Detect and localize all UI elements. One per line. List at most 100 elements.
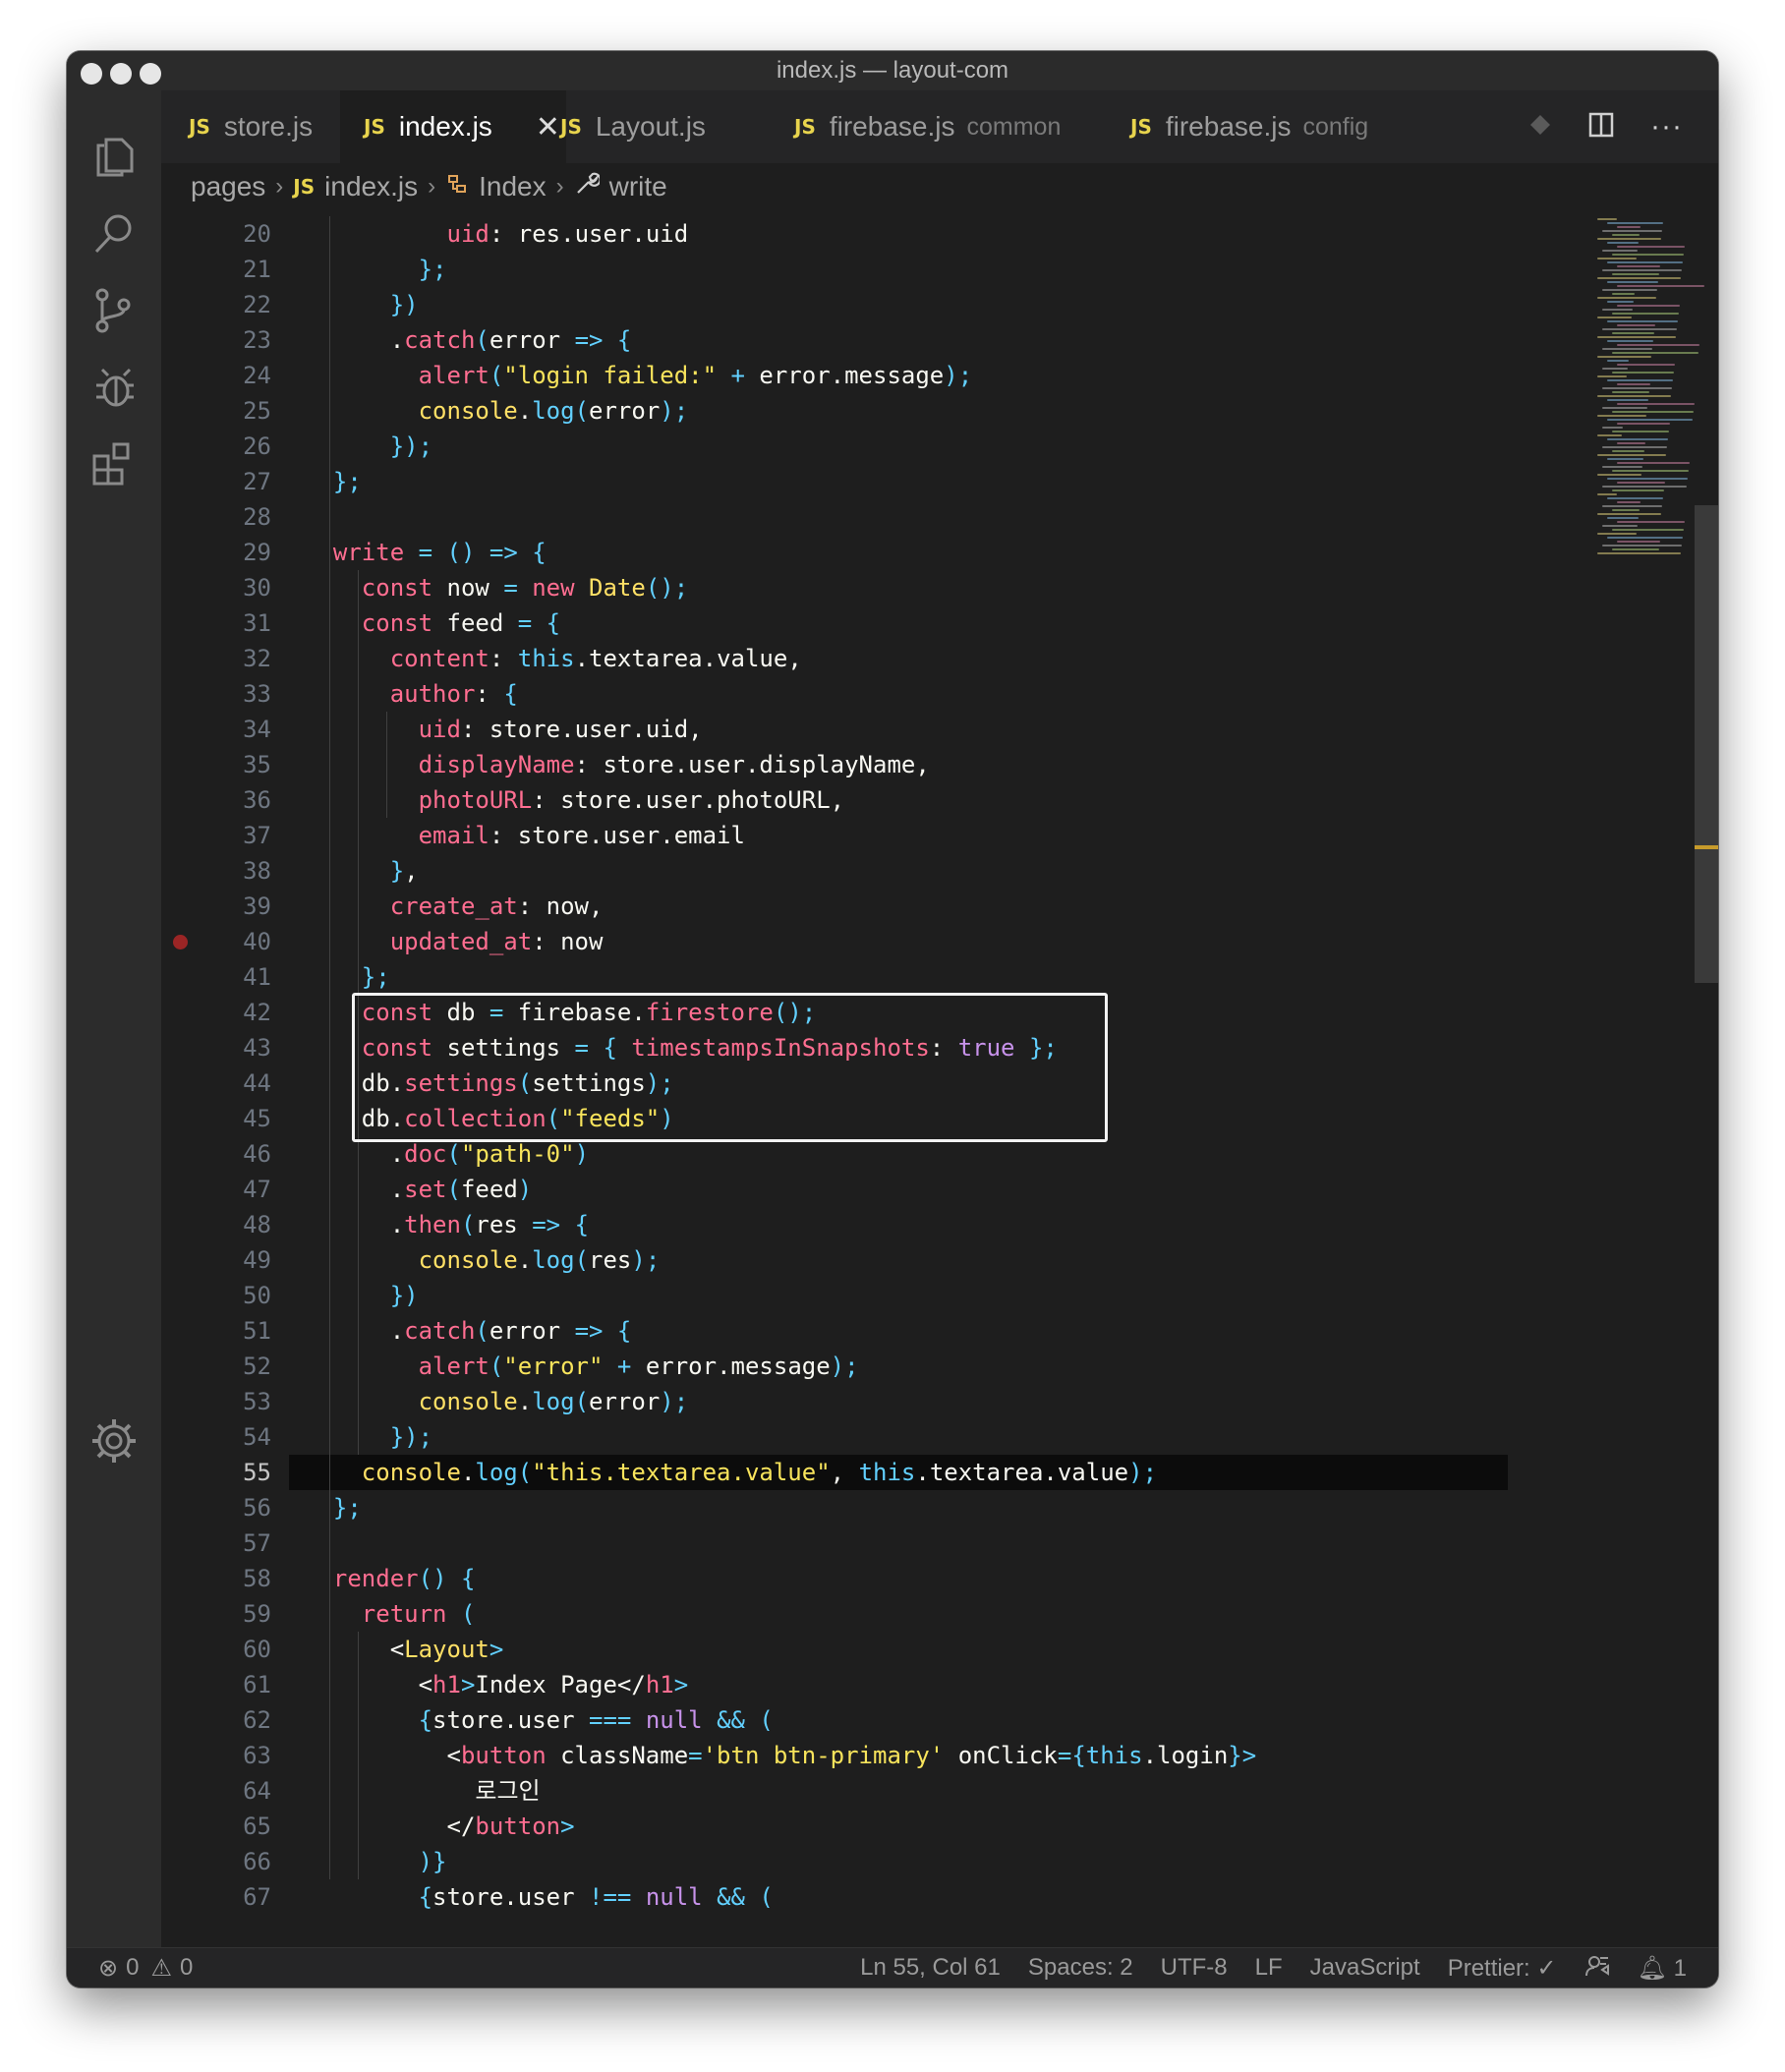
code-line[interactable]: 28 bbox=[161, 499, 1591, 535]
code-line[interactable]: 47 .set(feed) bbox=[161, 1172, 1591, 1207]
minimap-line bbox=[1602, 387, 1672, 389]
minimap-line bbox=[1597, 513, 1661, 515]
prettier-status[interactable]: Prettier: ✓ bbox=[1448, 1954, 1557, 1983]
more-actions-icon[interactable]: ··· bbox=[1650, 110, 1683, 144]
extensions-icon[interactable] bbox=[86, 436, 142, 491]
warning-icon: ⚠ bbox=[150, 1954, 172, 1982]
code-line[interactable]: 63 <button className='btn btn-primary' o… bbox=[161, 1738, 1591, 1773]
code-line[interactable]: 48 .then(res => { bbox=[161, 1207, 1591, 1242]
code-line[interactable]: 41 }; bbox=[161, 959, 1591, 995]
minimap-line bbox=[1617, 226, 1641, 228]
minimap[interactable] bbox=[1591, 210, 1718, 1909]
tab-index-js[interactable]: JS index.js ✕ bbox=[340, 90, 566, 165]
code-line[interactable]: 51 .catch(error => { bbox=[161, 1313, 1591, 1349]
tab-description: common bbox=[966, 112, 1062, 141]
code-line[interactable]: 65 </button> bbox=[161, 1809, 1591, 1844]
line-number: 20 bbox=[243, 220, 271, 248]
git-compare-icon[interactable] bbox=[1528, 113, 1552, 142]
code-line[interactable]: 50 }) bbox=[161, 1278, 1591, 1313]
code-line[interactable]: 58 render() { bbox=[161, 1561, 1591, 1596]
code-line[interactable]: 52 alert("error" + error.message); bbox=[161, 1349, 1591, 1384]
code-line[interactable]: 23 .catch(error => { bbox=[161, 322, 1591, 358]
tab-layout-js[interactable]: JS Layout.js bbox=[560, 90, 706, 163]
minimap-line bbox=[1607, 497, 1663, 499]
code-editor[interactable]: 20 uid: res.user.uid 21 }; 22 }) 23 .catch(… bbox=[161, 210, 1591, 1909]
code-line[interactable]: 30 const now = new Date(); bbox=[161, 570, 1591, 605]
code-line[interactable]: 24 alert("login failed:" + error.message… bbox=[161, 358, 1591, 393]
code-line[interactable]: 33 author: { bbox=[161, 676, 1591, 712]
debug-icon[interactable] bbox=[86, 360, 142, 415]
error-icon: ⊗ bbox=[98, 1954, 119, 1982]
code-line[interactable]: 32 content: this.textarea.value, bbox=[161, 641, 1591, 676]
close-tab-icon[interactable]: ✕ bbox=[536, 110, 560, 144]
problems-indicator[interactable]: ⊗ 0 ⚠ 0 bbox=[98, 1954, 193, 1983]
line-number: 42 bbox=[243, 999, 271, 1026]
notifications-bell[interactable]: 🔔︎ 1 bbox=[1638, 1954, 1688, 1983]
minimap-line bbox=[1602, 427, 1623, 429]
breadcrumb-symbol[interactable]: Index bbox=[479, 171, 547, 202]
end-of-line[interactable]: LF bbox=[1255, 1954, 1283, 1982]
explorer-icon[interactable] bbox=[86, 130, 142, 185]
code-line[interactable]: 57 bbox=[161, 1525, 1591, 1561]
code-line[interactable]: 66 )} bbox=[161, 1844, 1591, 1879]
tab-firebase-js-config[interactable]: JS firebase.js config bbox=[1130, 90, 1368, 163]
source-control-icon[interactable] bbox=[86, 283, 142, 338]
split-editor-icon[interactable] bbox=[1587, 111, 1615, 144]
code-line[interactable]: 49 console.log(res); bbox=[161, 1242, 1591, 1278]
code-line[interactable]: 64 로그인 bbox=[161, 1773, 1591, 1809]
code-text: .catch(error => { bbox=[305, 1317, 632, 1345]
code-line[interactable]: 62 {store.user === null && ( bbox=[161, 1702, 1591, 1738]
minimap-line bbox=[1617, 521, 1685, 523]
code-line[interactable]: 61 <h1>Index Page</h1> bbox=[161, 1667, 1591, 1702]
code-line[interactable]: 40 updated_at: now bbox=[161, 924, 1591, 959]
code-line[interactable]: 36 photoURL: store.user.photoURL, bbox=[161, 782, 1591, 818]
minimap-line bbox=[1597, 336, 1676, 338]
breadcrumb-file[interactable]: index.js bbox=[324, 171, 418, 202]
breadcrumb-method[interactable]: write bbox=[609, 171, 667, 202]
feedback-icon[interactable] bbox=[1584, 1952, 1610, 1985]
code-line[interactable]: 37 email: store.user.email bbox=[161, 818, 1591, 853]
code-text: {store.user !== null && ( bbox=[418, 1883, 774, 1909]
search-icon[interactable] bbox=[86, 206, 142, 261]
code-line[interactable]: 27 }; bbox=[161, 464, 1591, 499]
indentation[interactable]: Spaces: 2 bbox=[1028, 1954, 1133, 1982]
settings-gear-icon[interactable] bbox=[86, 1413, 142, 1468]
error-count: 0 bbox=[126, 1954, 140, 1981]
line-number: 54 bbox=[243, 1423, 271, 1451]
code-line[interactable]: 54 }); bbox=[161, 1419, 1591, 1455]
code-line[interactable]: 21 }; bbox=[161, 252, 1591, 287]
line-number: 56 bbox=[243, 1494, 271, 1522]
javascript-file-icon: JS bbox=[293, 175, 316, 199]
code-line[interactable]: 20 uid: res.user.uid bbox=[161, 216, 1591, 252]
code-line[interactable]: 59 return ( bbox=[161, 1596, 1591, 1632]
code-line[interactable]: 56 }; bbox=[161, 1490, 1591, 1525]
code-line[interactable]: 35 displayName: store.user.displayName, bbox=[161, 747, 1591, 782]
code-line[interactable]: 38 }, bbox=[161, 853, 1591, 889]
code-text: alert("error" + error.message); bbox=[418, 1353, 859, 1380]
code-line[interactable]: 31 const feed = { bbox=[161, 605, 1591, 641]
line-number: 60 bbox=[243, 1636, 271, 1663]
code-line[interactable]: 60 <Layout> bbox=[161, 1632, 1591, 1667]
code-line[interactable]: 55 console.log("this.textarea.value", th… bbox=[161, 1455, 1591, 1490]
code-line[interactable]: 67 {store.user !== null && ( bbox=[161, 1879, 1591, 1909]
code-line[interactable]: 39 create_at: now, bbox=[161, 889, 1591, 924]
code-line[interactable]: 26 }); bbox=[161, 429, 1591, 464]
minimap-line bbox=[1597, 454, 1666, 456]
file-encoding[interactable]: UTF-8 bbox=[1161, 1954, 1228, 1982]
scrollbar-thumb[interactable] bbox=[1695, 505, 1718, 983]
code-line[interactable]: 29 write = () => { bbox=[161, 535, 1591, 570]
code-line[interactable]: 25 console.log(error); bbox=[161, 393, 1591, 429]
breadcrumb-folder[interactable]: pages bbox=[191, 171, 265, 202]
line-number: 67 bbox=[243, 1883, 271, 1909]
minimap-line bbox=[1597, 277, 1681, 279]
code-line[interactable]: 22 }) bbox=[161, 287, 1591, 322]
tab-store-js[interactable]: JS store.js bbox=[189, 90, 366, 163]
cursor-position[interactable]: Ln 55, Col 61 bbox=[860, 1954, 1001, 1982]
language-mode[interactable]: JavaScript bbox=[1310, 1954, 1420, 1982]
tab-firebase-js-common[interactable]: JS firebase.js common bbox=[794, 90, 1061, 163]
code-line[interactable]: 34 uid: store.user.uid, bbox=[161, 712, 1591, 747]
minimap-line bbox=[1597, 356, 1651, 358]
code-line[interactable]: 53 console.log(error); bbox=[161, 1384, 1591, 1419]
line-number: 41 bbox=[243, 963, 271, 991]
code-text: write = () => { bbox=[332, 539, 547, 566]
